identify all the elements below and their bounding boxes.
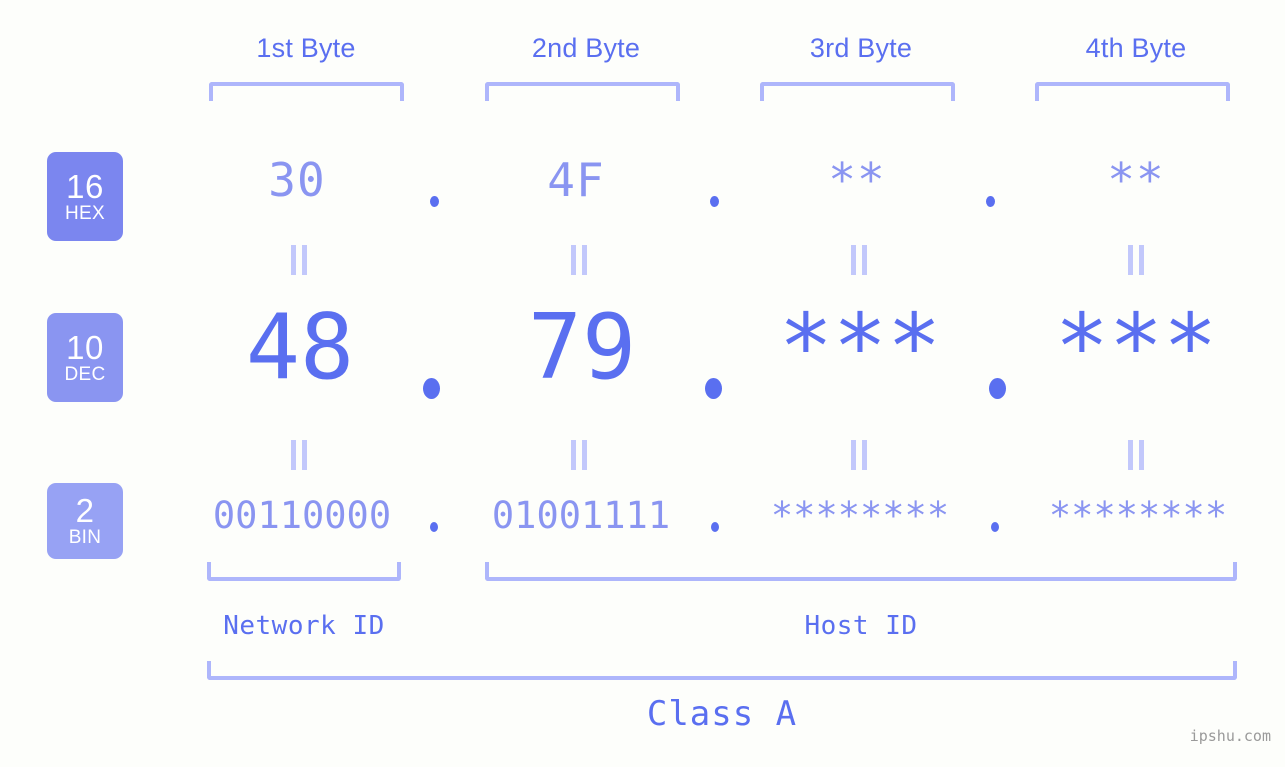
base-badge-dec: 10 DEC xyxy=(47,313,123,402)
host-id-label: Host ID xyxy=(804,611,918,641)
network-id-bracket xyxy=(207,562,401,581)
dec-separator-dot-1 xyxy=(423,378,440,399)
hex-byte-4: ** xyxy=(1107,153,1165,207)
byte-bracket-4 xyxy=(1035,82,1230,101)
bin-byte-4: ******** xyxy=(1048,494,1228,537)
hex-separator-dot-1 xyxy=(430,196,439,207)
ip-address-breakdown-diagram: 1st Byte 2nd Byte 3rd Byte 4th Byte 16 H… xyxy=(0,0,1285,767)
byte-header-2: 2nd Byte xyxy=(531,33,641,63)
bin-byte-2: 01001111 xyxy=(491,494,671,537)
equals-mark-dec-bin-1 xyxy=(288,440,310,470)
equals-mark-dec-bin-2 xyxy=(568,440,590,470)
equals-mark-hex-dec-4 xyxy=(1125,245,1147,275)
dec-byte-1: 48 xyxy=(245,295,355,400)
dec-separator-dot-3 xyxy=(989,378,1006,399)
base-badge-dec-number: 10 xyxy=(66,328,104,366)
hex-separator-dot-2 xyxy=(710,196,719,207)
dec-byte-3: *** xyxy=(778,295,942,400)
bin-separator-dot-2 xyxy=(711,522,719,532)
hex-byte-1: 30 xyxy=(268,153,326,207)
bin-separator-dot-1 xyxy=(430,522,438,532)
equals-mark-dec-bin-4 xyxy=(1125,440,1147,470)
byte-header-4: 4th Byte xyxy=(1085,33,1187,63)
base-badge-hex-number: 16 xyxy=(66,167,104,205)
base-badge-bin-number: 2 xyxy=(75,492,95,529)
dec-separator-dot-2 xyxy=(705,378,722,399)
base-badge-bin: 2 BIN xyxy=(47,483,123,559)
bin-byte-1: 00110000 xyxy=(212,494,392,537)
dec-byte-4: *** xyxy=(1054,295,1218,400)
byte-header-3: 3rd Byte xyxy=(809,33,913,63)
byte-bracket-1 xyxy=(209,82,404,101)
bin-byte-3: ******** xyxy=(770,494,950,537)
base-badge-hex-name: HEX xyxy=(65,202,105,224)
equals-mark-hex-dec-3 xyxy=(848,245,870,275)
base-badge-hex: 16 HEX xyxy=(47,152,123,241)
byte-header-1: 1st Byte xyxy=(256,33,356,63)
class-bracket xyxy=(207,661,1237,680)
hex-byte-2: 4F xyxy=(547,153,605,207)
hex-separator-dot-3 xyxy=(986,196,995,207)
class-label: Class A xyxy=(646,694,798,734)
base-badge-bin-name: BIN xyxy=(68,527,102,548)
dec-byte-2: 79 xyxy=(527,295,637,400)
base-badge-dec-name: DEC xyxy=(64,363,106,385)
bin-separator-dot-3 xyxy=(991,522,999,532)
byte-bracket-2 xyxy=(485,82,680,101)
equals-mark-hex-dec-2 xyxy=(568,245,590,275)
byte-bracket-3 xyxy=(760,82,955,101)
hex-byte-3: ** xyxy=(828,153,886,207)
site-watermark: ipshu.com xyxy=(1189,727,1271,745)
equals-mark-dec-bin-3 xyxy=(848,440,870,470)
host-id-bracket xyxy=(485,562,1237,581)
equals-mark-hex-dec-1 xyxy=(288,245,310,275)
network-id-label: Network ID xyxy=(223,611,385,641)
